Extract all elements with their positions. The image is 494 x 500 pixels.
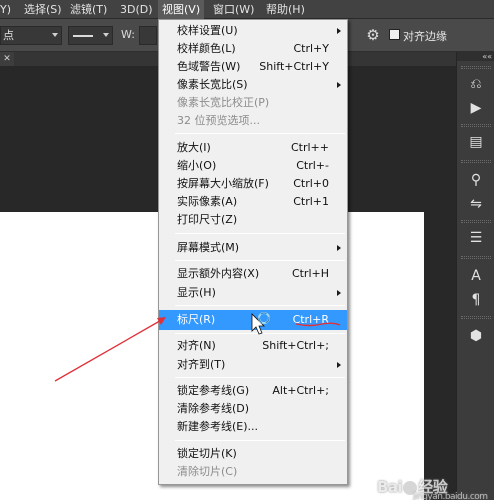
menu-item-zoom-out[interactable]: 缩小(O) Ctrl+- <box>159 157 347 175</box>
submenu-arrow-icon <box>337 362 341 368</box>
submenu-arrow-icon <box>337 82 341 88</box>
play-action-icon[interactable]: ▶ <box>466 98 486 118</box>
submenu-arrow-icon <box>337 245 341 251</box>
width-field[interactable] <box>139 26 157 45</box>
width-label: W: <box>121 28 135 41</box>
3d-cube-icon[interactable]: ⬢ <box>466 326 486 346</box>
menu-item-extras[interactable]: 显示额外内容(X) Ctrl+H <box>159 265 347 283</box>
panel-grip[interactable] <box>461 124 491 127</box>
adjust-icon[interactable]: ⇋ <box>466 194 486 214</box>
view-menu: 校样设置(U) 校样颜色(L) Ctrl+Y 色域警告(W) Shift+Ctrl+… <box>158 19 348 485</box>
unit-dropdown-arrow-box[interactable] <box>48 26 62 45</box>
character-icon[interactable]: A <box>466 266 486 286</box>
menu-filter[interactable]: 滤镜(T) <box>70 2 107 17</box>
stroke-line-icon <box>73 35 93 37</box>
paragraph-icon[interactable]: ¶ <box>466 290 486 310</box>
baidu-watermark: Bai 经验 jingyan.baidu.com <box>377 478 488 500</box>
menu-item-actual-pixels[interactable]: 实际像素(A) Ctrl+1 <box>159 193 347 211</box>
chevron-down-icon <box>103 33 109 37</box>
menu-item-pixel-aspect-ratio[interactable]: 像素长宽比(S) <box>159 76 347 94</box>
menu-item-print-size[interactable]: 打印尺寸(Z) <box>159 211 347 229</box>
stroke-type-dropdown[interactable] <box>68 26 113 45</box>
menu-item-screen-mode[interactable]: 屏幕模式(M) <box>159 239 347 257</box>
menu-separator <box>175 260 345 261</box>
align-edges-label: 对齐边缘 <box>403 30 447 43</box>
align-icon[interactable]: ☰ <box>466 228 486 248</box>
gear-icon[interactable]: ⚙ <box>364 26 382 44</box>
menu-item-proof-setup[interactable]: 校样设置(U) <box>159 22 347 40</box>
menu-bar: Y) 选择(S) 滤镜(T) 3D(D) 视图(V) 窗口(W) 帮助(H) <box>0 0 494 19</box>
submenu-arrow-icon <box>337 28 341 34</box>
menu-item-snap-to[interactable]: 对齐到(T) <box>159 356 347 374</box>
menu-separator <box>175 305 345 306</box>
menu-item-gamut-warning[interactable]: 色域警告(W) Shift+Ctrl+Y <box>159 58 347 76</box>
menu-item-proof-colors[interactable]: 校样颜色(L) Ctrl+Y <box>159 40 347 58</box>
submenu-arrow-icon <box>337 290 341 296</box>
brush-icon[interactable]: ⚲ <box>466 170 486 190</box>
history-icon[interactable]: ⎌ <box>466 74 486 94</box>
menu-separator <box>175 377 345 378</box>
menu-separator <box>175 133 345 134</box>
menu-item-show[interactable]: 显示(H) <box>159 284 347 302</box>
close-icon[interactable]: ✕ <box>0 52 14 66</box>
menu-item-lock-slices[interactable]: 锁定切片(K) <box>159 445 347 463</box>
menu-image-partial[interactable]: Y) <box>0 2 11 17</box>
panel-grip[interactable] <box>461 66 491 69</box>
menu-help[interactable]: 帮助(H) <box>266 2 305 17</box>
menu-item-rulers[interactable]: 标尺(R) Ctrl+R <box>159 310 347 330</box>
panel-grip[interactable] <box>461 316 491 319</box>
panel-grip[interactable] <box>461 160 491 163</box>
menu-view[interactable]: 视图(V) <box>158 0 205 19</box>
menu-item-clear-guides[interactable]: 清除参考线(D) <box>159 400 347 418</box>
panel-grip[interactable] <box>461 256 491 259</box>
menu-separator <box>175 333 345 334</box>
menu-item-snap[interactable]: 对齐(N) Shift+Ctrl+; <box>159 337 347 355</box>
menu-select[interactable]: 选择(S) <box>24 2 62 17</box>
collapse-panel-icon[interactable]: «« <box>457 52 494 61</box>
right-panel-dock: «« ⎌ ▶ ▤ ⚲ ⇋ ☰ A ¶ ⬢ <box>456 52 494 500</box>
unit-dropdown-value: 点 <box>3 29 14 42</box>
menu-item-lock-guides[interactable]: 锁定参考线(G) Alt+Ctrl+; <box>159 382 347 400</box>
panel-grip[interactable] <box>461 220 491 223</box>
menu-item-new-guide[interactable]: 新建参考线(E)... <box>159 418 347 436</box>
menu-separator <box>175 233 345 234</box>
menu-item-clear-slices: 清除切片(C) <box>177 465 238 478</box>
chevron-down-icon <box>52 33 58 37</box>
menu-item-32bit-preview: 32 位预览选项... <box>177 114 260 127</box>
menu-window[interactable]: 窗口(W) <box>213 2 254 17</box>
menu-item-fit-on-screen[interactable]: 按屏幕大小缩放(F) Ctrl+0 <box>159 175 347 193</box>
menu-item-zoom-in[interactable]: 放大(I) Ctrl++ <box>159 139 347 157</box>
layer-comps-icon[interactable]: ▤ <box>466 132 486 152</box>
align-edges-checkbox[interactable] <box>389 29 400 40</box>
menu-3d[interactable]: 3D(D) <box>120 2 153 17</box>
menu-item-pixel-aspect-correction: 像素长宽比校正(P) <box>177 96 270 109</box>
menu-separator <box>175 440 345 441</box>
